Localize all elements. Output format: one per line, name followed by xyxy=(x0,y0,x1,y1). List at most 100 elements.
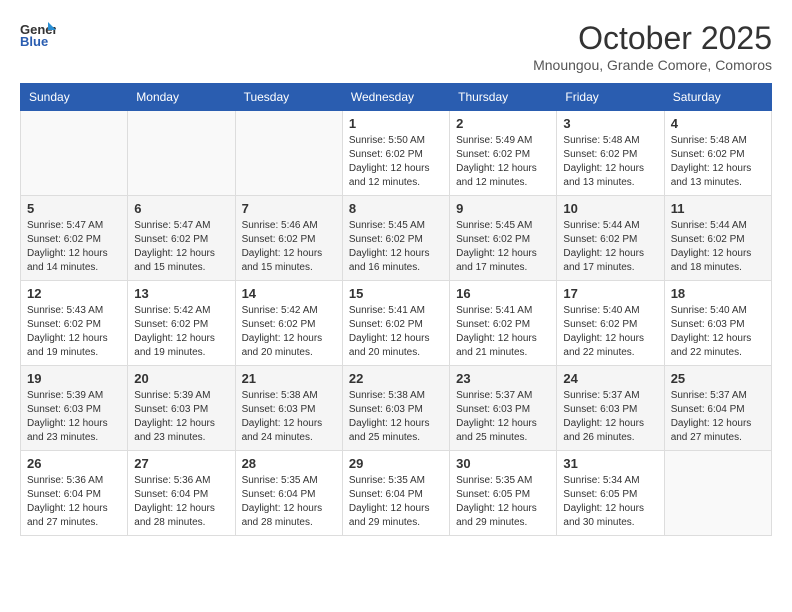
calendar-day-cell: 4 Sunrise: 5:48 AM Sunset: 6:02 PM Daylig… xyxy=(664,111,771,196)
calendar-day-cell: 5 Sunrise: 5:47 AM Sunset: 6:02 PM Daylig… xyxy=(21,196,128,281)
location: Mnoungou, Grande Comore, Comoros xyxy=(533,57,772,73)
day-number: 28 xyxy=(242,456,336,471)
title-section: October 2025 Mnoungou, Grande Comore, Co… xyxy=(533,20,772,73)
calendar-day-cell: 26Sunrise: 5:36 AM Sunset: 6:04 PM Dayli… xyxy=(21,451,128,536)
day-number: 13 xyxy=(134,286,228,301)
day-number: 19 xyxy=(27,371,121,386)
calendar-day-cell xyxy=(128,111,235,196)
calendar-week-row: 12 Sunrise: 5:43 AM Sunset: 6:02 PM Dayli… xyxy=(21,281,772,366)
logo: General Blue xyxy=(20,20,56,53)
day-info: Sunrise: 5:36 AM Sunset: 6:04 PM Dayligh… xyxy=(134,474,228,530)
day-number: 18 xyxy=(671,286,765,301)
page-header: General Blue October 2025 Mnoungou, Gran… xyxy=(20,20,772,73)
calendar-day-cell: 2Sunrise: 5:49 AM Sunset: 6:02 PM Daylig… xyxy=(450,111,557,196)
day-info: Sunrise: 5:42 AM Sunset: 6:02 PM Dayligh… xyxy=(134,304,228,360)
calendar-week-row: 1Sunrise: 5:50 AM Sunset: 6:02 PM Daylig… xyxy=(21,111,772,196)
calendar-day-cell: 27 Sunrise: 5:36 AM Sunset: 6:04 PM Dayli… xyxy=(128,451,235,536)
day-number: 6 xyxy=(134,201,228,216)
day-info: Sunrise: 5:45 AM Sunset: 6:02 PM Dayligh… xyxy=(349,219,443,275)
calendar-header-cell: Tuesday xyxy=(235,84,342,111)
day-info: Sunrise: 5:47 AM Sunset: 6:02 PM Dayligh… xyxy=(27,219,121,275)
calendar-day-cell: 20 Sunrise: 5:39 AM Sunset: 6:03 PM Dayli… xyxy=(128,366,235,451)
calendar-day-cell: 22Sunrise: 5:38 AM Sunset: 6:03 PM Dayli… xyxy=(342,366,449,451)
day-info: Sunrise: 5:37 AM Sunset: 6:03 PM Dayligh… xyxy=(456,389,550,445)
month-title: October 2025 xyxy=(533,20,772,57)
calendar-header-cell: Wednesday xyxy=(342,84,449,111)
day-number: 4 xyxy=(671,116,765,131)
day-info: Sunrise: 5:40 AM Sunset: 6:02 PM Dayligh… xyxy=(563,304,657,360)
day-number: 15 xyxy=(349,286,443,301)
day-info: Sunrise: 5:47 AM Sunset: 6:02 PM Dayligh… xyxy=(134,219,228,275)
day-info: Sunrise: 5:49 AM Sunset: 6:02 PM Dayligh… xyxy=(456,134,550,190)
day-info: Sunrise: 5:48 AM Sunset: 6:02 PM Dayligh… xyxy=(563,134,657,190)
calendar-header-cell: Monday xyxy=(128,84,235,111)
calendar-day-cell: 13 Sunrise: 5:42 AM Sunset: 6:02 PM Dayli… xyxy=(128,281,235,366)
calendar-day-cell xyxy=(21,111,128,196)
day-number: 1 xyxy=(349,116,443,131)
calendar-day-cell: 28 Sunrise: 5:35 AM Sunset: 6:04 PM Dayli… xyxy=(235,451,342,536)
day-number: 25 xyxy=(671,371,765,386)
calendar-header-row: SundayMondayTuesdayWednesdayThursdayFrid… xyxy=(21,84,772,111)
day-number: 31 xyxy=(563,456,657,471)
day-info: Sunrise: 5:42 AM Sunset: 6:02 PM Dayligh… xyxy=(242,304,336,360)
day-info: Sunrise: 5:35 AM Sunset: 6:05 PM Dayligh… xyxy=(456,474,550,530)
calendar-day-cell: 12 Sunrise: 5:43 AM Sunset: 6:02 PM Dayli… xyxy=(21,281,128,366)
calendar-day-cell: 23 Sunrise: 5:37 AM Sunset: 6:03 PM Dayli… xyxy=(450,366,557,451)
calendar-day-cell: 7 Sunrise: 5:46 AM Sunset: 6:02 PM Daylig… xyxy=(235,196,342,281)
calendar-day-cell: 31 Sunrise: 5:34 AM Sunset: 6:05 PM Dayli… xyxy=(557,451,664,536)
day-info: Sunrise: 5:36 AM Sunset: 6:04 PM Dayligh… xyxy=(27,474,121,530)
calendar-day-cell: 17Sunrise: 5:40 AM Sunset: 6:02 PM Dayli… xyxy=(557,281,664,366)
day-number: 21 xyxy=(242,371,336,386)
day-info: Sunrise: 5:48 AM Sunset: 6:02 PM Dayligh… xyxy=(671,134,765,190)
calendar-week-row: 26Sunrise: 5:36 AM Sunset: 6:04 PM Dayli… xyxy=(21,451,772,536)
day-number: 30 xyxy=(456,456,550,471)
day-number: 24 xyxy=(563,371,657,386)
calendar-day-cell: 30 Sunrise: 5:35 AM Sunset: 6:05 PM Dayli… xyxy=(450,451,557,536)
calendar-day-cell: 18 Sunrise: 5:40 AM Sunset: 6:03 PM Dayli… xyxy=(664,281,771,366)
calendar-day-cell: 10 Sunrise: 5:44 AM Sunset: 6:02 PM Dayli… xyxy=(557,196,664,281)
day-info: Sunrise: 5:40 AM Sunset: 6:03 PM Dayligh… xyxy=(671,304,765,360)
calendar-day-cell: 25Sunrise: 5:37 AM Sunset: 6:04 PM Dayli… xyxy=(664,366,771,451)
day-number: 14 xyxy=(242,286,336,301)
day-info: Sunrise: 5:38 AM Sunset: 6:03 PM Dayligh… xyxy=(242,389,336,445)
day-number: 20 xyxy=(134,371,228,386)
day-info: Sunrise: 5:43 AM Sunset: 6:02 PM Dayligh… xyxy=(27,304,121,360)
day-info: Sunrise: 5:35 AM Sunset: 6:04 PM Dayligh… xyxy=(349,474,443,530)
day-info: Sunrise: 5:39 AM Sunset: 6:03 PM Dayligh… xyxy=(27,389,121,445)
calendar-day-cell: 14 Sunrise: 5:42 AM Sunset: 6:02 PM Dayli… xyxy=(235,281,342,366)
day-number: 5 xyxy=(27,201,121,216)
day-info: Sunrise: 5:39 AM Sunset: 6:03 PM Dayligh… xyxy=(134,389,228,445)
calendar-week-row: 19 Sunrise: 5:39 AM Sunset: 6:03 PM Dayli… xyxy=(21,366,772,451)
svg-text:Blue: Blue xyxy=(20,34,48,48)
calendar-day-cell: 8Sunrise: 5:45 AM Sunset: 6:02 PM Daylig… xyxy=(342,196,449,281)
calendar-table: SundayMondayTuesdayWednesdayThursdayFrid… xyxy=(20,83,772,536)
day-number: 12 xyxy=(27,286,121,301)
logo-icon: General Blue xyxy=(20,20,56,53)
day-number: 16 xyxy=(456,286,550,301)
calendar-day-cell: 11Sunrise: 5:44 AM Sunset: 6:02 PM Dayli… xyxy=(664,196,771,281)
day-number: 7 xyxy=(242,201,336,216)
calendar-body: 1Sunrise: 5:50 AM Sunset: 6:02 PM Daylig… xyxy=(21,111,772,536)
calendar-day-cell: 29 Sunrise: 5:35 AM Sunset: 6:04 PM Dayli… xyxy=(342,451,449,536)
calendar-day-cell: 21 Sunrise: 5:38 AM Sunset: 6:03 PM Dayli… xyxy=(235,366,342,451)
day-number: 11 xyxy=(671,201,765,216)
calendar-week-row: 5 Sunrise: 5:47 AM Sunset: 6:02 PM Daylig… xyxy=(21,196,772,281)
day-info: Sunrise: 5:44 AM Sunset: 6:02 PM Dayligh… xyxy=(563,219,657,275)
day-number: 27 xyxy=(134,456,228,471)
day-number: 29 xyxy=(349,456,443,471)
calendar-day-cell xyxy=(664,451,771,536)
calendar-day-cell: 1Sunrise: 5:50 AM Sunset: 6:02 PM Daylig… xyxy=(342,111,449,196)
day-number: 10 xyxy=(563,201,657,216)
day-number: 23 xyxy=(456,371,550,386)
day-info: Sunrise: 5:37 AM Sunset: 6:03 PM Dayligh… xyxy=(563,389,657,445)
calendar-day-cell: 3Sunrise: 5:48 AM Sunset: 6:02 PM Daylig… xyxy=(557,111,664,196)
calendar-day-cell: 9Sunrise: 5:45 AM Sunset: 6:02 PM Daylig… xyxy=(450,196,557,281)
calendar-day-cell: 24 Sunrise: 5:37 AM Sunset: 6:03 PM Dayli… xyxy=(557,366,664,451)
day-info: Sunrise: 5:46 AM Sunset: 6:02 PM Dayligh… xyxy=(242,219,336,275)
day-info: Sunrise: 5:34 AM Sunset: 6:05 PM Dayligh… xyxy=(563,474,657,530)
day-number: 22 xyxy=(349,371,443,386)
day-info: Sunrise: 5:41 AM Sunset: 6:02 PM Dayligh… xyxy=(456,304,550,360)
day-info: Sunrise: 5:41 AM Sunset: 6:02 PM Dayligh… xyxy=(349,304,443,360)
calendar-day-cell xyxy=(235,111,342,196)
day-info: Sunrise: 5:35 AM Sunset: 6:04 PM Dayligh… xyxy=(242,474,336,530)
